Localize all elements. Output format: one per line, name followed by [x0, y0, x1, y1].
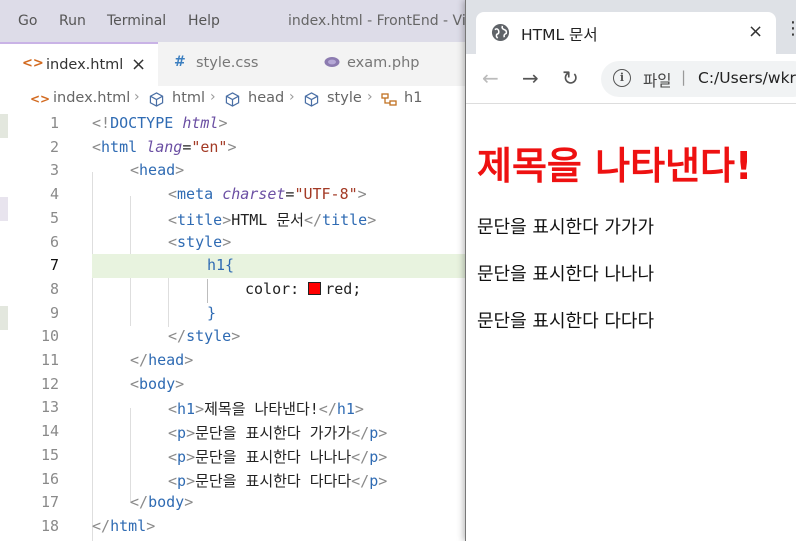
line-number: 14 [40, 422, 59, 441]
html-file-icon: <> [30, 92, 51, 106]
address-divider: | [681, 68, 687, 86]
chevron-right-icon: › [134, 89, 140, 105]
chevron-right-icon: › [289, 89, 295, 105]
window-title: index.html - FrontEnd - Vis [288, 13, 474, 29]
page-heading: 제목을 나타낸다! [477, 144, 753, 188]
cube-icon [149, 92, 164, 111]
menu-terminal[interactable]: Terminal [107, 13, 166, 29]
browser-window: HTML 문서 × ⋮ ← → ↻ i 파일 | C:/Users/wkr 제목… [465, 0, 796, 541]
change-marker [0, 197, 8, 221]
cube-icon [304, 92, 319, 111]
line-number: 13 [40, 398, 59, 417]
line-number: 15 [40, 445, 59, 464]
php-file-icon [324, 56, 340, 72]
browser-tab-strip: HTML 문서 × ⋮ [466, 0, 796, 54]
tab-index-html[interactable]: <> index.html × [0, 42, 158, 86]
reload-icon[interactable]: ↻ [562, 66, 579, 90]
color-swatch[interactable] [308, 281, 322, 295]
menu-go[interactable]: Go [18, 13, 37, 29]
info-icon[interactable]: i [613, 69, 631, 87]
line-number: 1 [49, 114, 59, 132]
browser-tab-title: HTML 문서 [521, 26, 598, 44]
page-paragraph: 문단을 표시한다 다다다 [477, 311, 655, 332]
line-number: 4 [49, 185, 59, 204]
line-number: 11 [40, 351, 59, 369]
page-paragraph: 문단을 표시한다 나나나 [477, 264, 655, 285]
html-file-icon: <> [22, 56, 44, 71]
breadcrumb-head[interactable]: head [248, 90, 284, 106]
breadcrumb-html[interactable]: html [172, 90, 205, 106]
code-line: 7 [0, 254, 92, 278]
breadcrumb-file[interactable]: index.html [53, 90, 130, 106]
menu-run[interactable]: Run [59, 13, 86, 29]
close-icon[interactable]: × [131, 54, 146, 75]
close-icon[interactable]: × [748, 21, 763, 42]
line-number: 7 [49, 256, 59, 275]
address-scheme: 파일 [643, 72, 672, 90]
change-marker [0, 306, 8, 330]
change-marker [0, 114, 8, 138]
screen: Go Run Terminal Help index.html - FrontE… [0, 0, 796, 541]
tab-style-css[interactable]: # style.css [158, 42, 308, 86]
line-number: 8 [49, 279, 59, 298]
line-number: 9 [49, 303, 59, 322]
line-number: 16 [40, 469, 59, 488]
tab-label: style.css [196, 55, 259, 71]
page-viewport: 제목을 나타낸다! 문단을 표시한다 가가가 문단을 표시한다 나나나 문단을 … [466, 105, 796, 541]
cube-icon [225, 92, 240, 111]
browser-toolbar: ← → ↻ i 파일 | C:/Users/wkr [466, 54, 796, 104]
line-number: 6 [49, 232, 59, 251]
breadcrumb-style[interactable]: style [327, 90, 362, 106]
line-number: 10 [40, 327, 59, 346]
line-number: 12 [40, 374, 59, 393]
address-bar[interactable]: i 파일 | C:/Users/wkr [601, 61, 796, 97]
line-number: 3 [49, 161, 59, 180]
address-url: C:/Users/wkr [698, 69, 796, 87]
line-number: 17 [40, 493, 59, 512]
line-number: 2 [49, 137, 59, 156]
breadcrumb-h1[interactable]: h1 [404, 90, 422, 106]
more-icon[interactable]: ⋮ [784, 18, 796, 39]
tab-label: index.html [46, 57, 124, 73]
line-number: 5 [49, 208, 59, 227]
line-number: 18 [40, 516, 59, 535]
chevron-right-icon: › [210, 89, 216, 105]
tab-label: exam.php [347, 55, 420, 71]
chevron-right-icon: › [367, 89, 373, 105]
back-arrow-icon[interactable]: ← [482, 66, 499, 90]
menu-help[interactable]: Help [188, 13, 220, 29]
globe-icon [491, 23, 510, 42]
scm-gutter [0, 112, 8, 541]
browser-tab[interactable]: HTML 문서 × [476, 12, 776, 54]
forward-arrow-icon[interactable]: → [522, 66, 539, 90]
tab-exam-php[interactable]: exam.php [308, 42, 458, 86]
selector-icon [381, 92, 397, 111]
css-file-icon: # [174, 54, 186, 70]
page-paragraph: 문단을 표시한다 가가가 [477, 217, 655, 238]
